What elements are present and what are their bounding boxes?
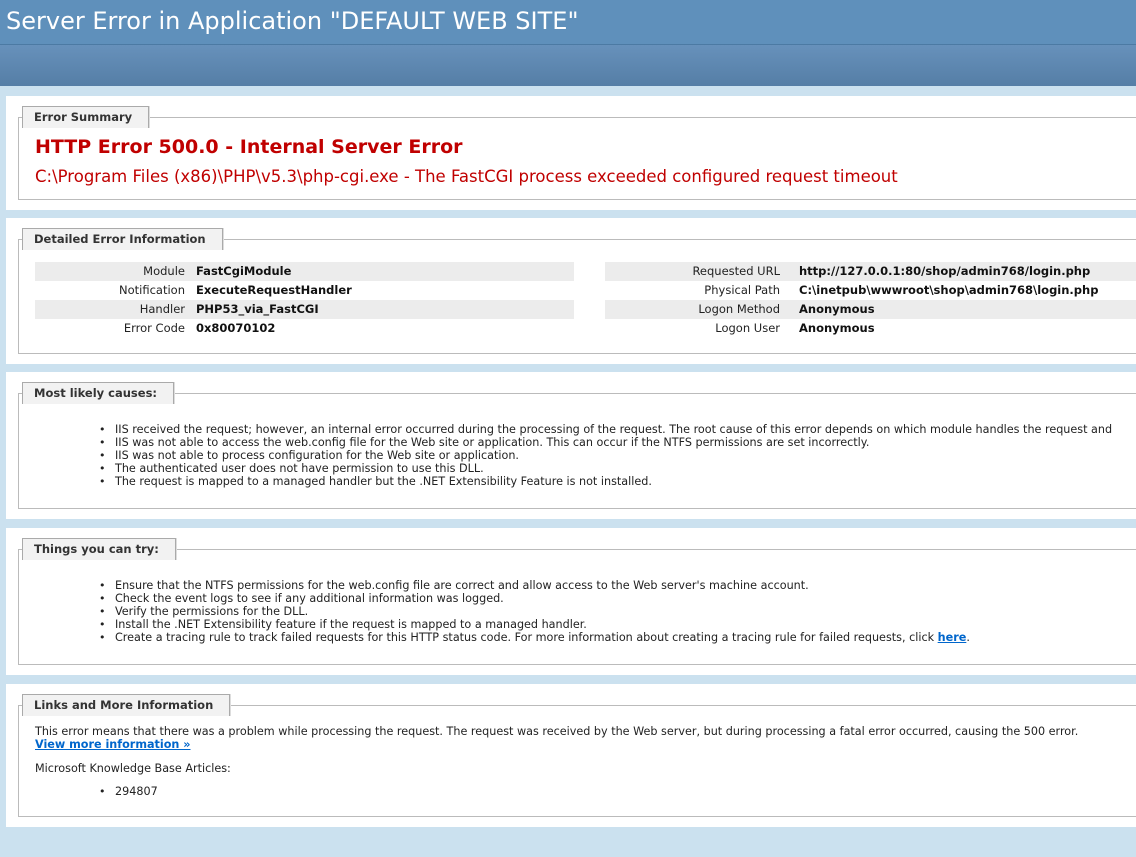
detail-label: Module	[143, 264, 185, 278]
list-item: Check the event logs to see if any addit…	[97, 592, 970, 605]
try-list: Ensure that the NTFS permissions for the…	[97, 579, 970, 644]
kb-article-item: 294807	[97, 785, 158, 798]
detail-row-notification: Notification ExecuteRequestHandler	[35, 281, 574, 300]
detail-label: Error Code	[123, 321, 185, 335]
list-item: Verify the permissions for the DLL.	[97, 605, 970, 618]
error-title: HTTP Error 500.0 - Internal Server Error	[35, 136, 463, 158]
detail-label: Logon User	[715, 321, 780, 335]
detail-row-logon-method: Logon Method Anonymous	[605, 300, 1136, 319]
detail-row-module: Module FastCgiModule	[35, 262, 574, 281]
links-description: This error means that there was a proble…	[35, 725, 1079, 738]
view-more-information-link[interactable]: View more information »	[35, 738, 191, 751]
tracing-rule-text: Create a tracing rule to track failed re…	[115, 631, 938, 644]
things-to-try-tab: Things you can try:	[22, 538, 176, 560]
detail-table-left: Module FastCgiModule Notification Execut…	[35, 262, 574, 338]
detail-value: 0x80070102	[196, 321, 276, 335]
detail-value: C:\inetpub\wwwroot\shop\admin768\login.p…	[799, 283, 1099, 297]
detail-label: Physical Path	[704, 283, 780, 297]
causes-panel: Most likely causes: IIS received the req…	[6, 372, 1136, 519]
causes-list: IIS received the request; however, an in…	[97, 423, 1112, 488]
list-item: The authenticated user does not have per…	[97, 462, 1112, 475]
list-item: Create a tracing rule to track failed re…	[97, 631, 970, 644]
causes-tab: Most likely causes:	[22, 382, 175, 404]
error-summary-tab: Error Summary	[22, 106, 150, 128]
detailed-error-panel: Detailed Error Information Module FastCg…	[6, 218, 1136, 364]
tracing-rule-here-link[interactable]: here	[938, 631, 967, 644]
page-title: Server Error in Application "DEFAULT WEB…	[6, 7, 579, 35]
list-item: IIS was not able to process configuratio…	[97, 449, 1112, 462]
detail-label: Notification	[119, 283, 185, 297]
view-more-wrapper: View more information »	[35, 738, 191, 751]
things-to-try-panel: Things you can try: Ensure that the NTFS…	[6, 528, 1136, 675]
panel-frame	[18, 117, 1136, 200]
header-band	[0, 45, 1136, 86]
kb-label: Microsoft Knowledge Base Articles:	[35, 762, 231, 775]
panel-frame	[18, 705, 1136, 817]
detail-table-right: Requested URL http://127.0.0.1:80/shop/a…	[605, 262, 1136, 338]
detail-row-logon-user: Logon User Anonymous	[605, 319, 1136, 338]
links-panel: Links and More Information This error me…	[6, 684, 1136, 827]
list-item: Install the .NET Extensibility feature i…	[97, 618, 970, 631]
list-item: Ensure that the NTFS permissions for the…	[97, 579, 970, 592]
detail-label: Requested URL	[692, 264, 780, 278]
kb-list: 294807	[97, 785, 158, 798]
error-summary-panel: Error Summary HTTP Error 500.0 - Interna…	[6, 96, 1136, 210]
list-item: IIS received the request; however, an in…	[97, 423, 1112, 436]
detail-value: Anonymous	[799, 302, 875, 316]
detailed-error-tab: Detailed Error Information	[22, 228, 223, 250]
detail-value: FastCgiModule	[196, 264, 292, 278]
list-item: IIS was not able to access the web.confi…	[97, 436, 1112, 449]
links-tab: Links and More Information	[22, 694, 231, 716]
detail-row-error-code: Error Code 0x80070102	[35, 319, 574, 338]
detail-label: Logon Method	[698, 302, 780, 316]
detail-label: Handler	[139, 302, 185, 316]
list-item: The request is mapped to a managed handl…	[97, 475, 1112, 488]
tracing-rule-suffix: .	[966, 631, 970, 644]
detail-value: ExecuteRequestHandler	[196, 283, 352, 297]
detail-value: http://127.0.0.1:80/shop/admin768/login.…	[799, 264, 1091, 278]
detail-value: PHP53_via_FastCGI	[196, 302, 319, 316]
error-detail: C:\Program Files (x86)\PHP\v5.3\php-cgi.…	[35, 167, 898, 186]
detail-row-requested-url: Requested URL http://127.0.0.1:80/shop/a…	[605, 262, 1136, 281]
detail-row-handler: Handler PHP53_via_FastCGI	[35, 300, 574, 319]
page-header: Server Error in Application "DEFAULT WEB…	[0, 0, 1136, 45]
detail-row-physical-path: Physical Path C:\inetpub\wwwroot\shop\ad…	[605, 281, 1136, 300]
detail-value: Anonymous	[799, 321, 875, 335]
